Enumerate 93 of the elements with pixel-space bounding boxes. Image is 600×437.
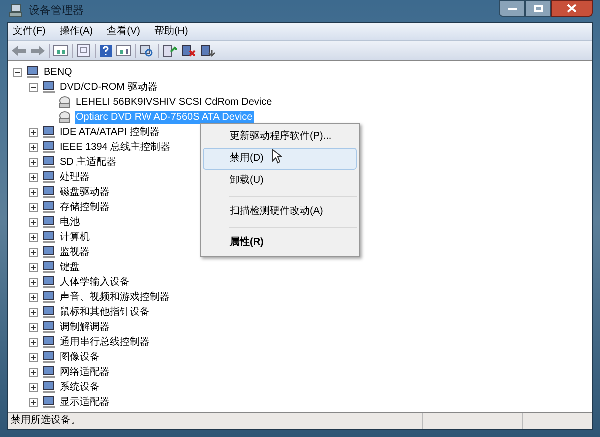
tree-item[interactable]: 显示适配器 — [59, 396, 111, 409]
expand-toggle[interactable] — [29, 188, 38, 197]
menu-item[interactable]: 文件(F) — [13, 24, 46, 40]
collapse-toggle[interactable] — [13, 68, 22, 77]
panel-icon[interactable] — [53, 44, 69, 58]
device-icon — [42, 231, 56, 244]
tree-item[interactable]: SD 主适配器 — [59, 156, 118, 169]
tree-item[interactable]: 人体学输入设备 — [59, 276, 131, 289]
minimize-button[interactable] — [499, 0, 525, 17]
expand-toggle[interactable] — [29, 293, 38, 302]
tree-item[interactable]: 通用串行总线控制器 — [59, 336, 151, 349]
tree-item[interactable]: 处理器 — [59, 171, 91, 184]
device-icon — [42, 291, 56, 304]
computer-icon — [9, 4, 23, 18]
menu-item[interactable]: 查看(V) — [107, 24, 140, 40]
context-menu-item[interactable]: 禁用(D) — [203, 148, 357, 170]
tree-item[interactable]: LEHELI 56BK9IVSHIV SCSI CdRom Device — [75, 96, 274, 109]
device-icon — [58, 111, 72, 124]
device-icon — [42, 381, 56, 394]
expand-toggle[interactable] — [29, 128, 38, 137]
tree-item[interactable]: IDE ATA/ATAPI 控制器 — [59, 126, 161, 139]
expand-toggle[interactable] — [29, 263, 38, 272]
device-icon — [42, 81, 56, 94]
tree-item[interactable]: 计算机 — [59, 231, 91, 244]
expand-toggle[interactable] — [29, 218, 38, 227]
expand-toggle[interactable] — [29, 353, 38, 362]
window-title: 设备管理器 — [29, 4, 84, 19]
mouse-pointer-icon — [272, 149, 282, 164]
device-icon — [42, 126, 56, 139]
expand-toggle[interactable] — [29, 143, 38, 152]
expand-toggle[interactable] — [29, 308, 38, 317]
device-icon — [42, 261, 56, 274]
device-icon — [58, 96, 72, 109]
back-icon[interactable] — [11, 44, 27, 58]
expand-toggle[interactable] — [29, 233, 38, 242]
tree-item[interactable]: DVD/CD-ROM 驱动器 — [59, 81, 159, 94]
expand-toggle[interactable] — [29, 398, 38, 407]
maximize-button[interactable] — [525, 0, 551, 17]
help-icon[interactable] — [99, 44, 113, 58]
device-icon — [42, 321, 56, 334]
tree-item[interactable]: 存储控制器 — [59, 201, 111, 214]
tree-item[interactable]: 监视器 — [59, 246, 91, 259]
close-icon — [567, 4, 577, 13]
tree-item[interactable]: BENQ — [43, 66, 74, 79]
tree-item[interactable]: 磁盘驱动器 — [59, 186, 111, 199]
expand-toggle[interactable] — [29, 248, 38, 257]
tree-item[interactable]: 调制解调器 — [59, 321, 111, 334]
panel-icon[interactable] — [116, 44, 132, 58]
expand-toggle[interactable] — [29, 368, 38, 377]
tree-item[interactable]: 声音、视频和游戏控制器 — [59, 291, 171, 304]
tree-item[interactable]: IEEE 1394 总线主控制器 — [59, 141, 172, 154]
context-menu-item[interactable]: 卸载(U) — [203, 170, 357, 192]
window-icon[interactable] — [76, 44, 92, 58]
device-icon — [26, 66, 40, 79]
device-icon — [42, 216, 56, 229]
close-button[interactable] — [551, 0, 593, 17]
device-icon — [42, 156, 56, 169]
disable-icon[interactable] — [181, 44, 197, 58]
expand-toggle[interactable] — [29, 323, 38, 332]
expand-toggle[interactable] — [29, 278, 38, 287]
device-icon — [42, 351, 56, 364]
menu-item[interactable]: 帮助(H) — [154, 24, 188, 40]
device-icon — [42, 396, 56, 409]
device-icon — [42, 306, 56, 319]
device-icon — [42, 246, 56, 259]
device-icon — [42, 201, 56, 214]
tree-item[interactable]: 系统设备 — [59, 381, 101, 394]
device-icon — [42, 171, 56, 184]
expand-toggle[interactable] — [29, 383, 38, 392]
uninstall-icon[interactable] — [200, 44, 216, 58]
device-icon — [42, 141, 56, 154]
update-icon[interactable] — [162, 44, 178, 58]
menu-item[interactable]: 操作(A) — [60, 24, 94, 40]
device-icon — [42, 366, 56, 379]
expand-toggle[interactable] — [29, 173, 38, 182]
context-menu-item[interactable]: 属性(R) — [203, 232, 357, 254]
tree-item[interactable]: 电池 — [59, 216, 81, 229]
scan-icon[interactable] — [139, 44, 155, 58]
tree-item[interactable]: 图像设备 — [59, 351, 101, 364]
forward-icon[interactable] — [30, 44, 46, 58]
tree-item[interactable]: 鼠标和其他指针设备 — [59, 306, 151, 319]
device-icon — [42, 276, 56, 289]
collapse-toggle[interactable] — [29, 83, 38, 92]
device-icon — [42, 336, 56, 349]
expand-toggle[interactable] — [29, 203, 38, 212]
device-icon — [42, 186, 56, 199]
tree-item[interactable]: 键盘 — [59, 261, 81, 274]
status-text: 禁用所选设备。 — [10, 414, 82, 428]
tree-item[interactable]: 网络适配器 — [59, 366, 111, 379]
context-menu-item[interactable]: 更新驱动程序软件(P)... — [203, 126, 357, 148]
context-menu-item[interactable]: 扫描检测硬件改动(A) — [203, 201, 357, 223]
expand-toggle[interactable] — [29, 338, 38, 347]
expand-toggle[interactable] — [29, 158, 38, 167]
